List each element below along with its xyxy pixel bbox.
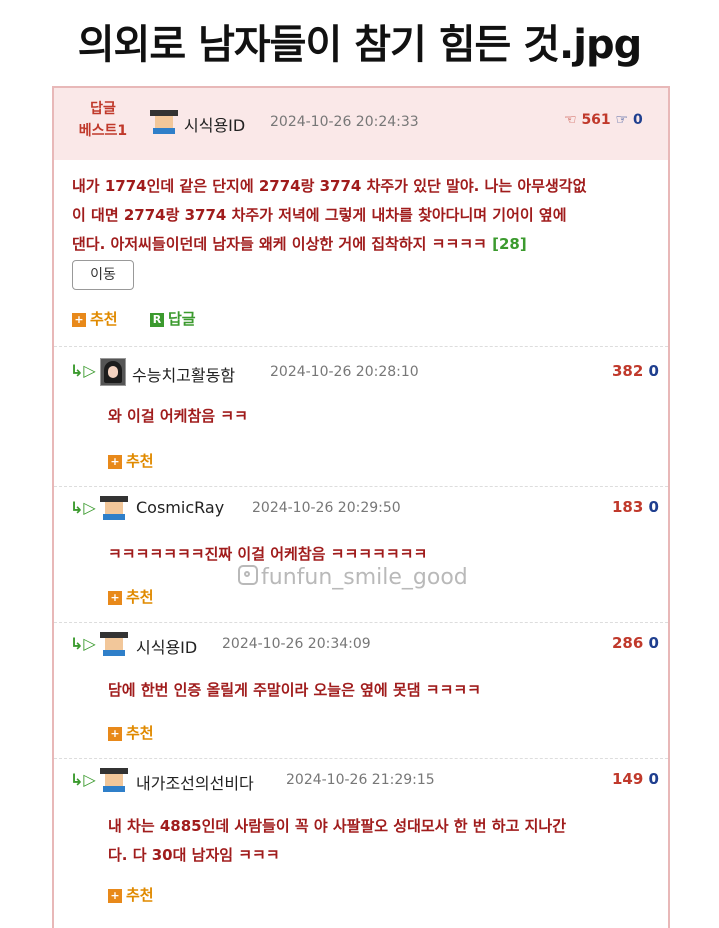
reply-arrow-icon: ↳▷	[70, 361, 96, 380]
comment-nickname[interactable]: 수능치고활동함	[132, 362, 235, 386]
comment-date: 2024-10-26 20:34:09	[222, 636, 371, 652]
best-body-line: 댄다. 아저씨들이던데 남자들 왜케 이상한 거에 집착하지 ㅋㅋㅋㅋ [28]	[72, 235, 527, 253]
comment-down-count: 0	[648, 362, 659, 380]
user-avatar-icon[interactable]	[150, 110, 178, 134]
comment-body: 와 이걸 어케참음 ㅋㅋ	[108, 407, 248, 425]
comment-up-count: 183	[612, 498, 644, 516]
reply-arrow-icon: ↳▷	[70, 498, 96, 517]
comment-body-line: 내 차는 4885인데 사람들이 꼭 야 사팔팔오 성대모사 한 번 하고 지나…	[108, 817, 566, 835]
user-avatar-icon[interactable]	[100, 496, 128, 520]
comment-body: 담에 한번 인증 올릴게 주말이라 오늘은 옆에 못댐 ㅋㅋㅋㅋ	[108, 681, 481, 699]
plus-box-icon: +	[108, 727, 122, 741]
thumbs-up-icon[interactable]: ☜	[564, 112, 577, 128]
comment-body-line: 다. 다 30대 남자임 ㅋㅋㅋ	[108, 846, 280, 864]
best-body-line: 내가 1774인데 같은 단지에 2774랑 3774 차주가 있단 말야. 나…	[72, 177, 587, 195]
best-badge-line1: 답글	[90, 101, 116, 117]
comment-votes: 149 0	[612, 770, 659, 788]
reply-arrow-icon: ↳▷	[70, 770, 96, 789]
comment-date: 2024-10-26 20:28:10	[270, 364, 419, 380]
user-avatar-icon[interactable]	[100, 768, 128, 792]
plus-box-icon: +	[108, 455, 122, 469]
divider	[54, 758, 668, 759]
plus-box-icon: +	[108, 591, 122, 605]
reply-r-icon: R	[150, 313, 164, 327]
reply-button[interactable]: R 답글	[150, 308, 196, 329]
best-badge-line2: 베스트1	[78, 123, 128, 139]
recommend-button[interactable]: + 추천	[72, 308, 118, 329]
instagram-icon	[238, 565, 258, 585]
comment-down-count: 0	[648, 498, 659, 516]
best-body-line: 이 대면 2774랑 3774 차주가 저녁에 그렇게 내차를 찾아다니며 기어…	[72, 206, 567, 224]
comment-body: 내 차는 4885인데 사람들이 꼭 야 사팔팔오 성대모사 한 번 하고 지나…	[108, 812, 658, 870]
best-comment-header: 답글 베스트1 시식용ID 2024-10-26 20:24:33 ☜ 561 …	[54, 88, 668, 160]
best-votes: ☜ 561 ☞ 0	[564, 112, 643, 128]
recommend-button[interactable]: + 추천	[108, 586, 154, 607]
comment-up-count: 286	[612, 634, 644, 652]
best-nickname[interactable]: 시식용ID	[184, 112, 245, 136]
comment-down-count: 0	[648, 770, 659, 788]
best-comment-body: 내가 1774인데 같은 단지에 2774랑 3774 차주가 있단 말야. 나…	[72, 172, 662, 259]
user-avatar-icon[interactable]	[100, 632, 128, 656]
comment-down-count: 0	[648, 634, 659, 652]
comment-votes: 382 0	[612, 362, 659, 380]
comment-nickname[interactable]: 시식용ID	[136, 634, 197, 658]
comment-votes: 183 0	[612, 498, 659, 516]
comment-up-count: 382	[612, 362, 644, 380]
comment-date: 2024-10-26 20:29:50	[252, 500, 401, 516]
comment-nickname[interactable]: 내가조선의선비다	[136, 770, 254, 794]
reply-arrow-icon: ↳▷	[70, 634, 96, 653]
page-title: 의외로 남자들이 참기 힘든 것.jpg	[77, 22, 642, 68]
user-photo-avatar[interactable]	[100, 358, 126, 386]
move-button[interactable]: 이동	[72, 260, 134, 290]
best-up-count: 561	[581, 112, 611, 128]
recommend-button[interactable]: + 추천	[108, 450, 154, 471]
plus-box-icon: +	[108, 889, 122, 903]
recommend-button[interactable]: + 추천	[108, 884, 154, 905]
best-down-count: 0	[632, 112, 643, 128]
comment-nickname[interactable]: CosmicRay	[136, 498, 224, 517]
divider	[54, 486, 668, 487]
comment-up-count: 149	[612, 770, 644, 788]
recommend-button[interactable]: + 추천	[108, 722, 154, 743]
comment-votes: 286 0	[612, 634, 659, 652]
plus-box-icon: +	[72, 313, 86, 327]
reply-count[interactable]: [28]	[492, 235, 527, 253]
comment-board: 답글 베스트1 시식용ID 2024-10-26 20:24:33 ☜ 561 …	[52, 86, 670, 928]
comment-date: 2024-10-26 21:29:15	[286, 772, 435, 788]
best-date: 2024-10-26 20:24:33	[270, 114, 419, 130]
divider	[54, 622, 668, 623]
divider	[54, 346, 668, 347]
best-badge: 답글 베스트1	[68, 98, 138, 142]
thumbs-down-icon[interactable]: ☞	[616, 112, 629, 128]
watermark: funfun_smile_good	[238, 565, 468, 590]
